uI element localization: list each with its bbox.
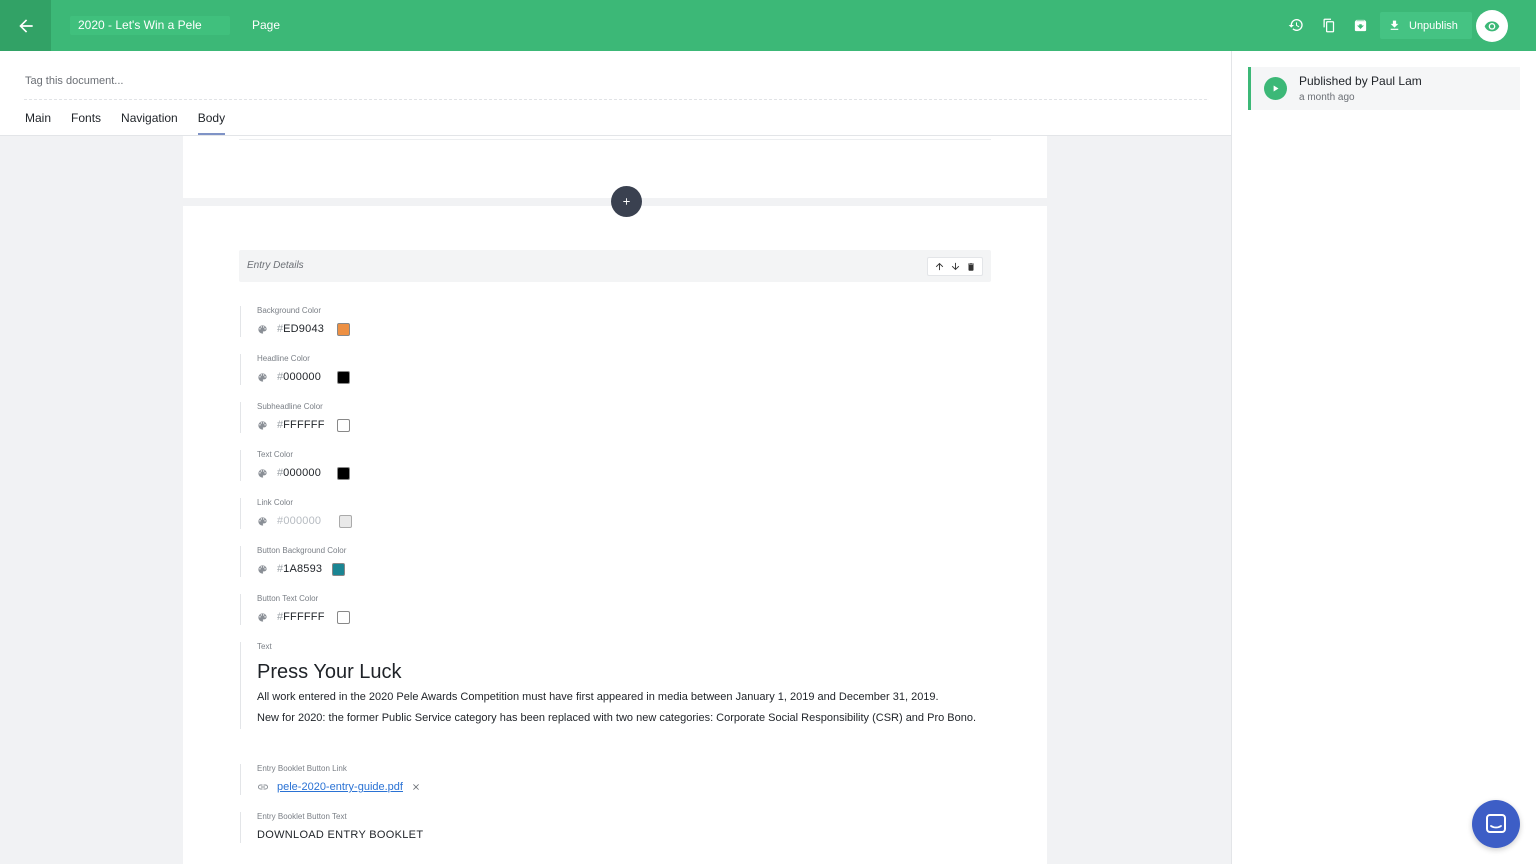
slice-header: Entry Details [239,250,991,282]
field-label: Text Color [257,450,294,459]
document-header: Main Fonts Navigation Body [0,51,1231,136]
color-value[interactable]: ED9043 [283,323,331,335]
palette-icon [257,516,268,527]
button-background-color-field: Button Background Color # 1A8593 [240,546,346,577]
color-value[interactable]: 1A8593 [283,563,326,575]
document-type: Page [252,18,281,32]
previous-slice-card [183,136,1047,198]
back-button[interactable] [0,0,51,51]
trash-icon [968,262,975,271]
chat-launcher-button[interactable] [1472,800,1520,848]
slice-card: Entry Details Background Color # ED9043 … [183,206,1047,864]
field-label: Subheadline Color [257,402,323,411]
field-label: Button Text Color [257,594,319,603]
duplicate-button[interactable] [1316,13,1340,37]
publish-event-time: a month ago [1299,92,1355,103]
tab-navigation[interactable]: Navigation [121,103,178,135]
tab-body[interactable]: Body [197,103,226,135]
palette-icon [257,324,268,335]
slice-actions [927,257,983,276]
palette-icon [257,372,268,383]
field-label: Background Color [257,306,322,315]
arrow-up-icon [935,262,943,271]
color-swatch[interactable] [337,370,351,384]
link-icon [258,784,268,790]
text-paragraph[interactable]: New for 2020: the former Public Service … [257,708,992,729]
background-color-field: Background Color # ED9043 [240,306,351,337]
color-swatch[interactable] [337,418,351,432]
tab-bar: Main Fonts Navigation Body [25,103,245,135]
move-down-button[interactable] [950,261,961,272]
unpublish-label: Unpublish [1409,19,1458,32]
color-placeholder[interactable]: #000000 [277,515,333,527]
color-value[interactable]: 000000 [283,371,331,383]
text-color-field: Text Color # 000000 [240,450,351,481]
headline-color-field: Headline Color # 000000 [240,354,351,385]
button-text-color-field: Button Text Color # FFFFFF [240,594,351,625]
color-swatch[interactable] [337,322,351,336]
plus-icon [623,198,630,205]
link-color-field: Link Color #000000 [240,498,352,529]
publish-event-title: Published by Paul Lam [1299,74,1422,88]
text-heading[interactable]: Press Your Luck [257,659,992,685]
preview-button[interactable] [1476,10,1508,42]
tab-fonts[interactable]: Fonts [71,103,101,135]
archive-icon [1354,19,1366,31]
color-swatch[interactable] [332,562,346,576]
unpublish-button[interactable]: Unpublish [1380,12,1472,39]
field-label: Headline Color [257,354,310,363]
history-icon [1288,18,1303,31]
palette-icon [257,468,268,479]
tab-main[interactable]: Main [25,103,51,135]
top-bar: 2020 - Let's Win a Pele Page Unpublish [0,0,1536,51]
tag-input[interactable] [24,63,1207,100]
color-swatch[interactable] [339,514,352,528]
booklet-file-link[interactable]: pele-2020-entry-guide.pdf [277,781,403,793]
palette-icon [257,564,268,575]
field-label: Link Color [257,498,294,507]
field-label: Text [257,642,272,651]
color-swatch[interactable] [337,466,351,480]
add-slice-button[interactable] [611,186,642,217]
chat-icon [1486,814,1506,833]
activity-panel: Published by Paul Lam a month ago [1231,51,1536,864]
arrow-left-icon [18,18,33,33]
arrow-down-icon [951,262,960,271]
subheadline-color-field: Subheadline Color # FFFFFF [240,402,351,433]
eye-icon [1484,21,1500,32]
document-title[interactable]: 2020 - Let's Win a Pele [70,16,230,35]
download-icon [1390,20,1399,30]
divider [239,136,991,140]
slice-title: Entry Details [247,260,304,271]
button-text-value[interactable]: DOWNLOAD ENTRY BOOKLET [257,827,423,843]
text-paragraph[interactable]: All work entered in the 2020 Pele Awards… [257,687,992,708]
move-up-button[interactable] [934,261,945,272]
entry-booklet-button-text-field: Entry Booklet Button Text DOWNLOAD ENTRY… [240,812,423,843]
color-value[interactable]: 000000 [283,467,331,479]
publish-event-card[interactable]: Published by Paul Lam a month ago [1248,67,1520,110]
close-icon[interactable] [411,782,421,792]
field-label: Entry Booklet Button Link [257,764,347,773]
history-button[interactable] [1284,13,1308,37]
palette-icon [257,420,268,431]
field-label: Entry Booklet Button Text [257,812,347,821]
color-swatch[interactable] [337,610,351,624]
archive-button[interactable] [1348,13,1372,37]
play-icon [1264,77,1287,100]
palette-icon [257,612,268,623]
entry-booklet-link-field: Entry Booklet Button Link pele-2020-entr… [240,764,421,795]
color-value[interactable]: FFFFFF [283,611,331,623]
rich-text-field[interactable]: Text Press Your Luck All work entered in… [240,642,992,729]
color-value[interactable]: FFFFFF [283,419,331,431]
field-label: Button Background Color [257,546,347,555]
delete-slice-button[interactable] [966,262,976,272]
duplicate-icon [1323,18,1334,32]
